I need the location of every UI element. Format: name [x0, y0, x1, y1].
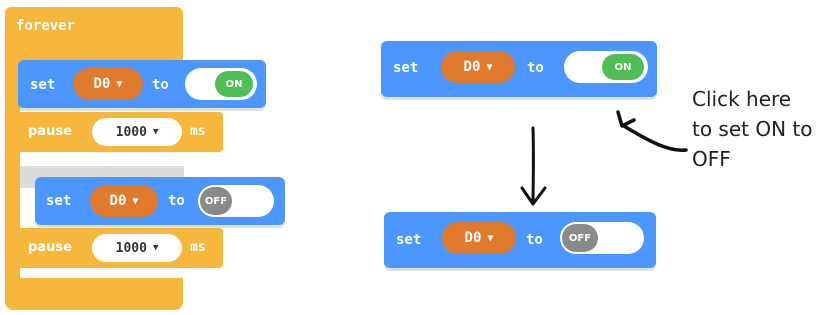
pin-dropdown[interactable]: D0 ▼ [90, 185, 158, 217]
pin-value: D0 [109, 193, 127, 209]
forever-label: forever [16, 18, 76, 34]
pause-duration-dropdown[interactable]: 1000 ▼ [92, 234, 182, 262]
toggle-off-knob: OFF [562, 224, 598, 252]
on-off-toggle[interactable]: ON [185, 68, 257, 100]
annotation-arrows [520, 110, 688, 206]
caret-down-icon: ▼ [116, 78, 123, 90]
caret-down-icon: ▼ [152, 243, 159, 253]
ms-label: ms [190, 240, 206, 255]
toggle-off-knob: OFF [200, 187, 232, 215]
toggle-on-knob: ON [602, 54, 644, 80]
to-label: to [526, 232, 543, 248]
set-label: set [46, 193, 72, 209]
pointer-arrow-icon [622, 124, 688, 152]
pin-value: D0 [93, 76, 111, 92]
pause-label: pause [28, 240, 72, 255]
pause-label: pause [28, 124, 72, 139]
ms-label: ms [190, 124, 206, 139]
pin-value: D0 [463, 59, 481, 75]
caret-down-icon: ▼ [487, 232, 494, 244]
set-label: set [30, 77, 56, 93]
to-label: to [527, 60, 544, 76]
pin-dropdown[interactable]: D0 ▼ [441, 51, 515, 83]
on-off-toggle[interactable]: OFF [560, 222, 644, 254]
pin-dropdown[interactable]: D0 ▼ [73, 68, 143, 100]
forever-block[interactable] [5, 7, 183, 62]
to-label: to [152, 77, 169, 93]
pin-value: D0 [464, 230, 482, 246]
pin-dropdown[interactable]: D0 ▼ [442, 222, 516, 254]
on-off-toggle[interactable]: ON [564, 51, 648, 83]
annotation-line: OFF [692, 147, 731, 171]
annotation-text: Click here to set ON to OFF [692, 84, 813, 174]
annotation-line: Click here [692, 87, 792, 111]
toggle-on-knob: ON [215, 71, 253, 97]
forever-block-bottom [5, 278, 183, 310]
on-off-toggle[interactable]: OFF [198, 185, 274, 217]
duration-value: 1000 [115, 124, 147, 140]
duration-value: 1000 [115, 240, 147, 256]
caret-down-icon: ▼ [132, 195, 139, 207]
caret-down-icon: ▼ [486, 61, 493, 73]
caret-down-icon: ▼ [152, 127, 159, 137]
set-label: set [393, 60, 419, 76]
annotation-line: to set ON to [692, 117, 813, 141]
pause-duration-dropdown[interactable]: 1000 ▼ [92, 118, 182, 146]
set-label: set [396, 232, 422, 248]
to-label: to [168, 193, 185, 209]
